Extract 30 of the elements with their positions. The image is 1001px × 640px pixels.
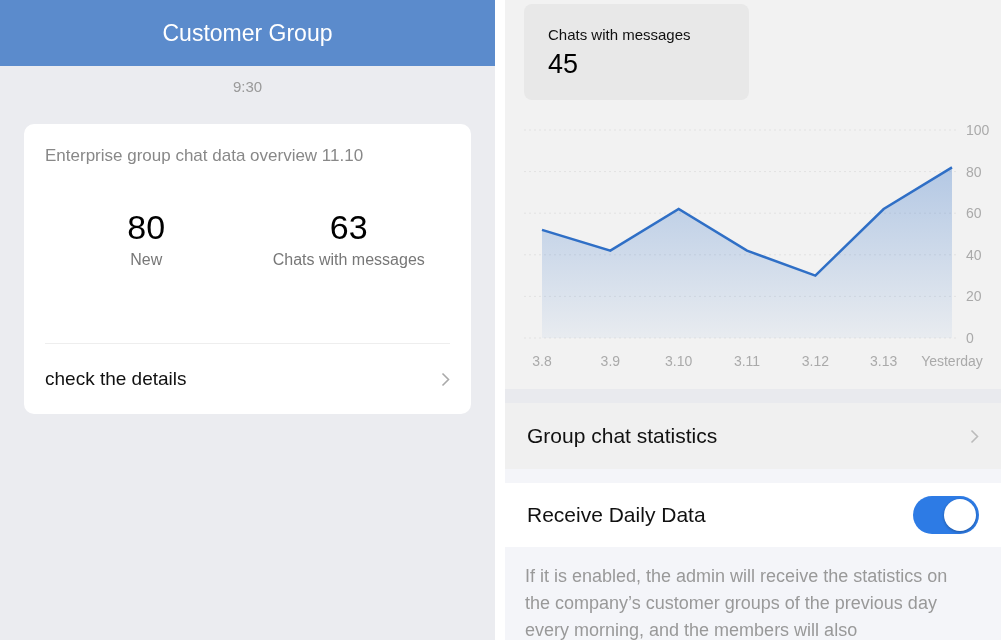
axis-label: 3.12	[801, 353, 829, 369]
chevron-right-icon	[441, 371, 450, 387]
axis-label: 80	[966, 163, 982, 180]
stat-value: 80	[127, 208, 166, 247]
statistics-row[interactable]: Group chat statistics	[505, 403, 1001, 469]
axis-label: 40	[966, 246, 982, 263]
stat-label: Chats with messages	[272, 251, 425, 269]
axis-label: 3.10	[665, 353, 693, 369]
details-link[interactable]: check the details	[45, 343, 450, 414]
axis-label: 0	[966, 330, 974, 346]
chevron-right-icon	[970, 428, 979, 444]
summary-value: 45	[548, 49, 580, 80]
axis-label: 100	[966, 122, 990, 138]
row-label: Receive Daily Data	[527, 503, 706, 527]
row-label: Group chat statistics	[527, 424, 718, 448]
axis-label: 20	[966, 288, 982, 305]
axis-label: 3.11	[733, 353, 761, 369]
axis-label: 60	[966, 205, 982, 222]
axis-label: 3.9	[600, 353, 621, 369]
stat-value: 63	[329, 208, 368, 247]
timestamp: 9:30	[232, 78, 263, 95]
summary-label: Chats with messages	[548, 26, 692, 43]
description-text: If it is enabled, the admin will receive the statistics on the company’s customer groups of the previous day every morning, and the members will also	[524, 565, 949, 640]
toggle-switch[interactable]	[913, 496, 979, 534]
screen-title: Customer Group	[162, 19, 333, 47]
card-title: Enterprise group chat data overview 11.10	[45, 146, 365, 166]
axis-label: 3.13	[870, 353, 898, 369]
axis-label: Yesterday	[921, 353, 983, 369]
axis-label: 3.8	[532, 353, 552, 369]
stat-label: New	[130, 251, 163, 269]
